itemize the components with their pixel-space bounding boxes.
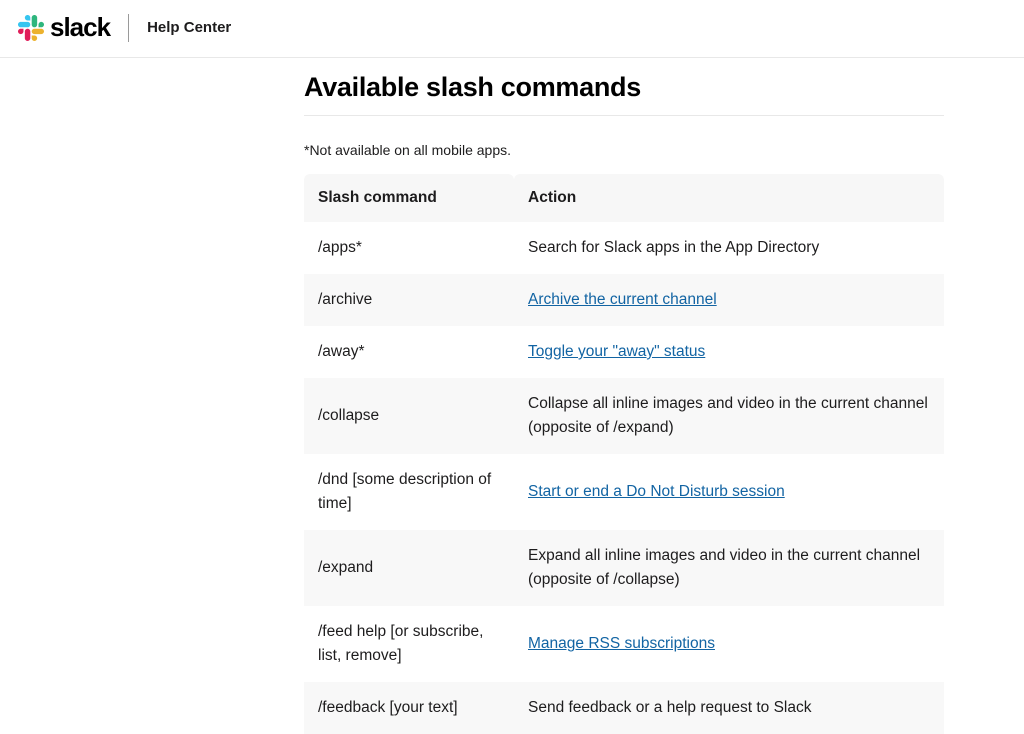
action-cell: Archive the current channel <box>514 274 944 326</box>
help-center-link[interactable]: Help Center <box>147 19 231 36</box>
action-cell: Expand all inline images and video in th… <box>514 530 944 606</box>
table-row: /away* Toggle your "away" status <box>304 326 944 378</box>
header: slack Help Center <box>0 0 1024 58</box>
command-cell: /expand <box>304 530 514 606</box>
header-divider <box>128 14 129 42</box>
command-cell: /apps* <box>304 222 514 274</box>
command-cell: /collapse <box>304 378 514 454</box>
command-cell: /away* <box>304 326 514 378</box>
slack-logo-icon <box>18 15 44 41</box>
table-row: /expandExpand all inline images and vide… <box>304 530 944 606</box>
main-content: Available slash commands *Not available … <box>304 58 944 734</box>
command-cell: /archive <box>304 274 514 326</box>
action-cell: Start or end a Do Not Disturb session <box>514 454 944 530</box>
command-cell: /dnd [some description of time] <box>304 454 514 530</box>
action-link[interactable]: Toggle your "away" status <box>528 343 705 360</box>
action-cell: Manage RSS subscriptions <box>514 606 944 682</box>
table-row: /collapseCollapse all inline images and … <box>304 378 944 454</box>
action-link[interactable]: Archive the current channel <box>528 291 717 308</box>
action-cell: Collapse all inline images and video in … <box>514 378 944 454</box>
table-row: /apps*Search for Slack apps in the App D… <box>304 222 944 274</box>
action-cell: Search for Slack apps in the App Directo… <box>514 222 944 274</box>
brand-logo[interactable]: slack <box>18 12 110 43</box>
command-cell: /feedback [your text] <box>304 682 514 734</box>
page-title: Available slash commands <box>304 72 944 116</box>
action-cell: Toggle your "away" status <box>514 326 944 378</box>
table-row: /feed help [or subscribe, list, remove] M… <box>304 606 944 682</box>
header-action: Action <box>514 174 944 222</box>
brand-name: slack <box>50 12 110 43</box>
table-row: /archive Archive the current channel <box>304 274 944 326</box>
action-link[interactable]: Manage RSS subscriptions <box>528 635 715 652</box>
action-cell: Send feedback or a help request to Slack <box>514 682 944 734</box>
footnote: *Not available on all mobile apps. <box>304 142 944 158</box>
header-command: Slash command <box>304 174 514 222</box>
table-row: /dnd [some description of time] Start or … <box>304 454 944 530</box>
command-cell: /feed help [or subscribe, list, remove] <box>304 606 514 682</box>
table-row: /feedback [your text]Send feedback or a … <box>304 682 944 734</box>
action-link[interactable]: Start or end a Do Not Disturb session <box>528 483 785 500</box>
commands-table: Slash command Action /apps*Search for Sl… <box>304 174 944 734</box>
